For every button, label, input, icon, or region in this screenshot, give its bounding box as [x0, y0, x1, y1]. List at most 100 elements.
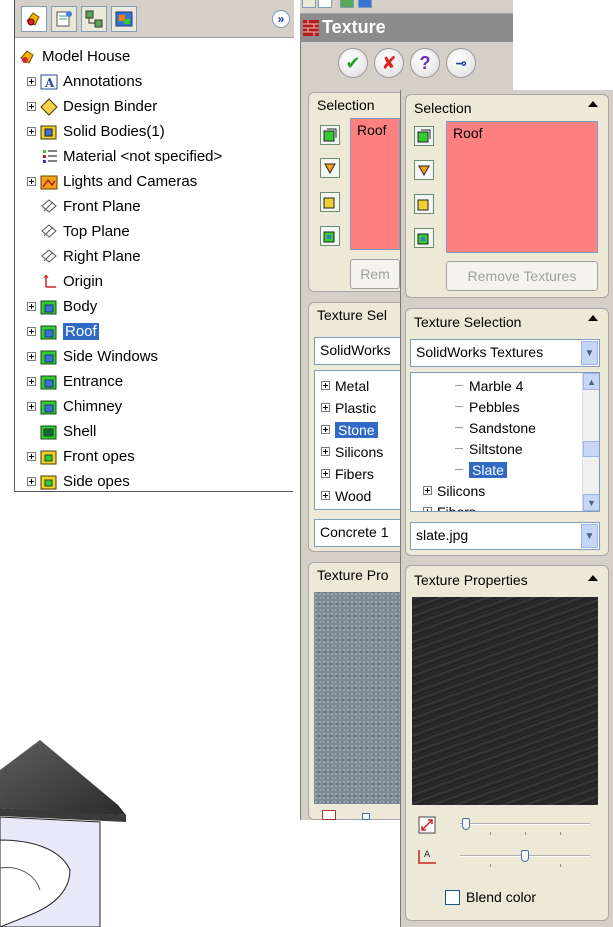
selection-item-roof[interactable]: Roof [453, 125, 483, 141]
back-selection-list[interactable]: Roof [350, 118, 400, 250]
property-manager-tab-icon[interactable] [51, 6, 77, 32]
select-face-icon[interactable] [414, 126, 434, 146]
select-body-icon[interactable] [320, 192, 340, 212]
texture-tree[interactable]: Marble 4 Pebbles Sandstone Siltstone Slate Si… [410, 372, 600, 512]
tree-item[interactable]: Right Plane [27, 244, 141, 269]
back-toolbar-button[interactable] [340, 0, 354, 8]
select-part-icon[interactable] [320, 226, 340, 246]
back-texture-folder[interactable]: Fabrics [321, 507, 381, 509]
expand-plus-icon[interactable] [423, 507, 432, 511]
expand-plus-icon[interactable] [27, 477, 36, 486]
expand-plus-icon[interactable] [423, 486, 432, 495]
back-scale-slider-thumb[interactable] [362, 813, 370, 820]
back-texture-folder[interactable]: Silicons [321, 441, 383, 462]
tree-item[interactable]: Chimney [27, 394, 122, 419]
texture-folder[interactable]: Silicons [423, 480, 485, 501]
back-texture-folder[interactable]: Metal [321, 375, 369, 396]
back-texture-library-combo[interactable]: SolidWorks [314, 337, 404, 365]
cancel-button[interactable]: ✘ [374, 48, 404, 78]
back-texture-folder[interactable]: Plastic [321, 397, 376, 418]
texture-item[interactable]: Sandstone [455, 417, 536, 438]
expand-plus-icon[interactable] [321, 403, 330, 412]
expand-plus-icon[interactable] [321, 447, 330, 456]
expand-plus-icon[interactable] [321, 491, 330, 500]
expand-plus-icon[interactable] [321, 381, 330, 390]
tree-item[interactable]: Body [27, 294, 97, 319]
collapse-caret-icon[interactable] [588, 101, 598, 107]
back-texture-file-combo[interactable]: Concrete 1 [314, 519, 404, 547]
back-texture-folder[interactable]: Stone [321, 419, 378, 440]
pushpin-icon[interactable]: ⊸ [446, 48, 476, 78]
tree-item[interactable]: Roof [27, 319, 99, 344]
expand-plus-icon[interactable] [27, 402, 36, 411]
expand-plus-icon[interactable] [27, 102, 36, 111]
tree-item[interactable]: Solid Bodies(1) [27, 119, 165, 144]
back-selection-item[interactable]: Roof [357, 122, 387, 138]
back-toolbar-button[interactable] [318, 0, 332, 8]
chevron-down-icon[interactable]: ▼ [581, 524, 598, 548]
texture-folder[interactable]: Fibers [423, 501, 476, 511]
angle-slider-thumb[interactable] [521, 850, 529, 862]
collapse-caret-icon[interactable] [588, 315, 598, 321]
tree-item[interactable]: Side opes [27, 469, 130, 494]
expand-plus-icon[interactable] [27, 127, 36, 136]
solid-bodies-icon [40, 125, 57, 139]
tree-item[interactable]: Front Plane [27, 194, 141, 219]
ok-button[interactable]: ✔ [338, 48, 368, 78]
back-texture-folder[interactable]: Fibers [321, 463, 374, 484]
tree-item[interactable]: Entrance [27, 369, 123, 394]
feature-manager-tab-icon[interactable] [21, 6, 47, 32]
expand-plus-icon[interactable] [27, 377, 36, 386]
back-texture-tree[interactable]: Metal Plastic Stone Silicons Fibers Wood Fabri… [314, 370, 404, 510]
scale-slider-thumb[interactable] [462, 818, 471, 830]
back-texture-folder-label: Silicons [335, 443, 384, 460]
selection-list[interactable]: Roof [446, 121, 598, 253]
tree-item[interactable]: Top Plane [27, 219, 130, 244]
expand-plus-icon[interactable] [27, 452, 36, 461]
expand-plus-icon[interactable] [321, 469, 330, 478]
texture-library-combo[interactable]: SolidWorks Textures ▼ [410, 339, 600, 367]
texture-item[interactable]: Pebbles [455, 396, 520, 417]
tree-item[interactable]: Lights and Cameras [27, 169, 197, 194]
back-toolbar-button[interactable] [302, 0, 316, 8]
expand-plus-icon[interactable] [27, 352, 36, 361]
configuration-manager-tab-icon[interactable] [81, 6, 107, 32]
expand-panel-icon[interactable]: » [272, 10, 290, 28]
scroll-up-icon[interactable]: ▲ [583, 373, 599, 390]
tree-item[interactable]: Shell [27, 419, 96, 444]
collapse-caret-icon[interactable] [588, 575, 598, 581]
expand-plus-icon[interactable] [27, 77, 36, 86]
scroll-down-icon[interactable]: ▼ [583, 494, 599, 511]
scroll-thumb[interactable] [583, 441, 599, 457]
tree-item[interactable]: A Annotations [27, 69, 142, 94]
tree-item[interactable]: Material <not specified> [27, 144, 222, 169]
select-feature-icon[interactable] [414, 160, 434, 180]
expand-plus-icon[interactable] [321, 425, 330, 434]
back-texture-folder[interactable]: Wood [321, 485, 371, 506]
display-manager-tab-icon[interactable] [111, 6, 137, 32]
texture-item[interactable]: Siltstone [455, 438, 523, 459]
texture-item[interactable]: Slate [455, 459, 507, 480]
expand-plus-icon[interactable] [27, 327, 36, 336]
tree-item[interactable]: Front opes [27, 444, 135, 469]
texture-title-bar: Texture [300, 14, 513, 42]
texture-tree-scrollbar[interactable]: ▲ ▼ [582, 373, 599, 511]
chevron-down-icon[interactable]: ▼ [581, 341, 598, 365]
select-part-icon[interactable] [414, 228, 434, 248]
blend-color-checkbox[interactable] [445, 890, 460, 905]
tree-item[interactable]: Origin [27, 269, 103, 294]
expand-plus-icon[interactable] [27, 302, 36, 311]
back-toolbar-button[interactable] [358, 0, 372, 8]
select-body-icon[interactable] [414, 194, 434, 214]
select-feature-icon[interactable] [320, 158, 340, 178]
texture-item[interactable]: Marble 4 [455, 375, 523, 396]
help-button[interactable]: ? [410, 48, 440, 78]
scale-slider-track[interactable] [460, 823, 590, 825]
tree-item[interactable]: Side Windows [27, 344, 158, 369]
select-face-icon[interactable] [320, 125, 340, 145]
tree-root[interactable]: Model House [19, 44, 130, 69]
tree-item[interactable]: Design Binder [27, 94, 157, 119]
expand-plus-icon[interactable] [27, 177, 36, 186]
texture-file-combo[interactable]: slate.jpg ▼ [410, 522, 600, 550]
